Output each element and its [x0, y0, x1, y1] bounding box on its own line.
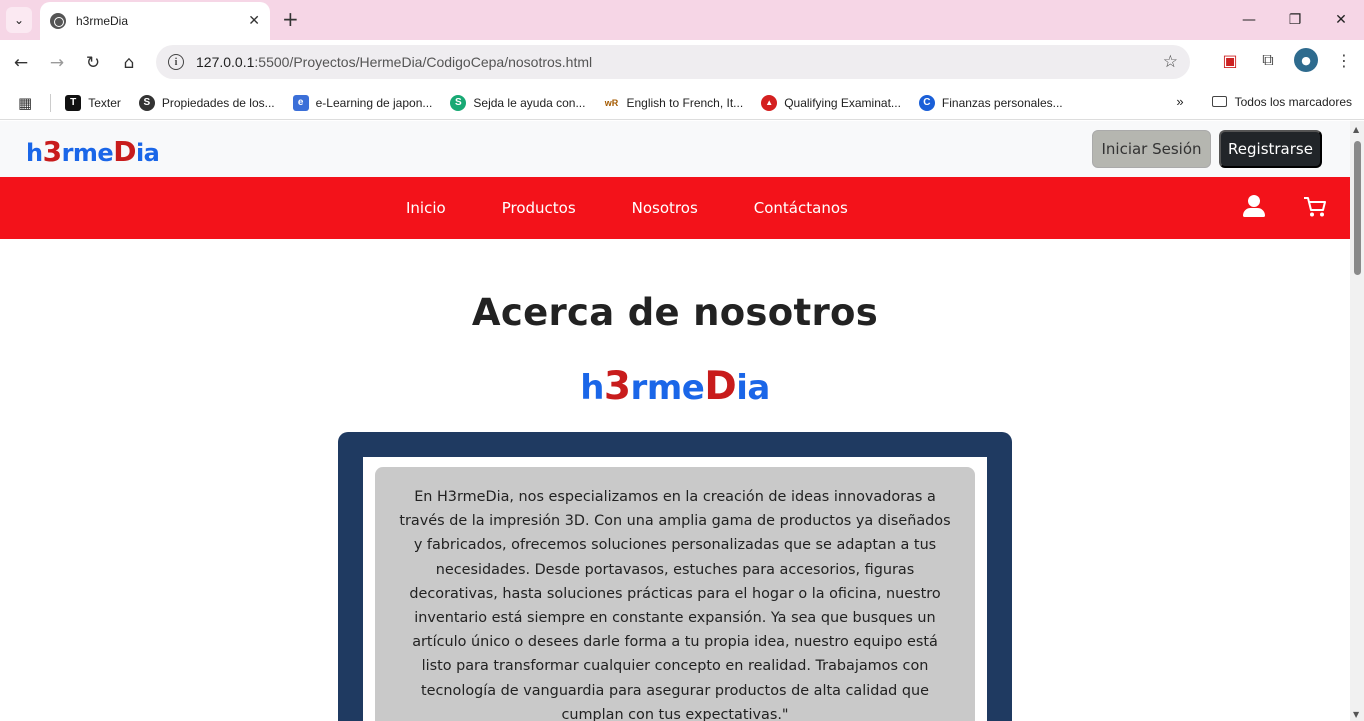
- bookmarks-bar: ▦ T Texter S Propiedades de los... e e-Lear…: [0, 86, 1364, 120]
- forward-arrow-icon[interactable]: →: [39, 45, 75, 81]
- puzzle-extensions-icon[interactable]: ⧉: [1256, 48, 1280, 72]
- main-nav: Inicio Productos Nosotros Contáctanos: [0, 177, 1350, 239]
- restore-icon[interactable]: ❐: [1272, 0, 1318, 40]
- address-bar[interactable]: i 127.0.0.1:5500/Proyectos/HermeDia/Codi…: [156, 45, 1190, 79]
- browser-tab[interactable]: h3rmeDia ✕: [40, 2, 270, 40]
- nav-link-productos[interactable]: Productos: [502, 199, 576, 217]
- s-logo-icon: S: [138, 94, 155, 111]
- page-viewport: h3rmeDia Iniciar Sesión Registrarse Inic…: [0, 121, 1350, 721]
- bookmark-item[interactable]: wR English to French, It...: [603, 94, 743, 111]
- register-button[interactable]: Registrarse: [1219, 130, 1322, 168]
- page-title: Acerca de nosotros: [471, 291, 879, 334]
- nav-link-inicio[interactable]: Inicio: [406, 199, 446, 217]
- minimize-icon[interactable]: —: [1226, 0, 1272, 40]
- site-header: h3rmeDia Iniciar Sesión Registrarse: [0, 121, 1350, 177]
- bookmark-item[interactable]: T Texter: [65, 94, 121, 111]
- qualifying-icon: ▲: [761, 94, 778, 111]
- url-text: 127.0.0.1:5500/Proyectos/HermeDia/Codigo…: [196, 54, 593, 70]
- browser-toolbar: ← → ↻ ⌂ i 127.0.0.1:5500/Proyectos/Herme…: [0, 40, 1364, 86]
- nav-link-contactanos[interactable]: Contáctanos: [754, 199, 848, 217]
- scroll-down-arrow-icon[interactable]: ▼: [1353, 710, 1359, 719]
- globe-icon: [50, 13, 66, 29]
- profile-avatar[interactable]: ●: [1294, 48, 1318, 72]
- browser-tabbar: ⌄ h3rmeDia ✕ + — ❐ ✕: [0, 0, 1364, 40]
- back-arrow-icon[interactable]: ←: [3, 45, 39, 81]
- finanzas-icon: C: [918, 94, 935, 111]
- tab-search-chevron-icon[interactable]: ⌄: [6, 7, 32, 33]
- wordreference-icon: wR: [603, 94, 620, 111]
- apps-grid-icon[interactable]: ▦: [18, 94, 32, 112]
- close-window-icon[interactable]: ✕: [1318, 0, 1364, 40]
- about-paragraph: En H3rmeDia, nos especializamos en la cr…: [399, 489, 951, 721]
- new-tab-plus-icon[interactable]: +: [282, 9, 299, 29]
- bookmark-item[interactable]: C Finanzas personales...: [918, 94, 1063, 111]
- home-icon[interactable]: ⌂: [111, 45, 147, 81]
- kebab-menu-icon[interactable]: ⋮: [1332, 48, 1356, 72]
- divider: [50, 93, 52, 112]
- folder-icon: [1211, 96, 1227, 107]
- more-bookmarks-chevron-icon[interactable]: »: [1176, 94, 1183, 109]
- bookmark-item[interactable]: S Propiedades de los...: [138, 94, 275, 111]
- scroll-up-arrow-icon[interactable]: ▲: [1353, 125, 1359, 134]
- nav-link-nosotros[interactable]: Nosotros: [632, 199, 698, 217]
- about-text-card: En H3rmeDia, nos especializamos en la cr…: [375, 467, 975, 721]
- bookmark-item[interactable]: e e-Learning de japon...: [292, 94, 432, 111]
- bookmark-item[interactable]: S Sejda le ayuda con...: [450, 94, 585, 111]
- login-button[interactable]: Iniciar Sesión: [1092, 130, 1211, 168]
- extension-icon[interactable]: ▣: [1218, 48, 1242, 72]
- page-scrollbar[interactable]: ▲ ▼: [1350, 121, 1364, 721]
- all-bookmarks-link[interactable]: Todos los marcadores: [1235, 95, 1352, 109]
- about-frame-inner: En H3rmeDia, nos especializamos en la cr…: [363, 457, 987, 721]
- site-info-icon[interactable]: i: [168, 54, 184, 70]
- cart-icon[interactable]: [1303, 196, 1327, 222]
- bookmark-star-icon[interactable]: ☆: [1163, 52, 1178, 72]
- user-icon[interactable]: [1242, 195, 1266, 219]
- site-logo[interactable]: h3rmeDia: [26, 135, 160, 168]
- texter-icon: T: [65, 94, 82, 111]
- bookmark-item[interactable]: ▲ Qualifying Examinat...: [761, 94, 901, 111]
- main-content: Acerca de nosotros h3rmeDia: [0, 291, 1350, 409]
- close-tab-icon[interactable]: ✕: [248, 13, 260, 29]
- scrollbar-thumb[interactable]: [1354, 141, 1361, 275]
- about-frame: En H3rmeDia, nos especializamos en la cr…: [338, 432, 1012, 721]
- window-controls: — ❐ ✕: [1226, 0, 1364, 40]
- reload-icon[interactable]: ↻: [75, 45, 111, 81]
- elearning-icon: e: [292, 94, 309, 111]
- tab-title: h3rmeDia: [76, 14, 129, 28]
- sejda-icon: S: [450, 94, 467, 111]
- about-logo: h3rmeDia: [580, 364, 770, 409]
